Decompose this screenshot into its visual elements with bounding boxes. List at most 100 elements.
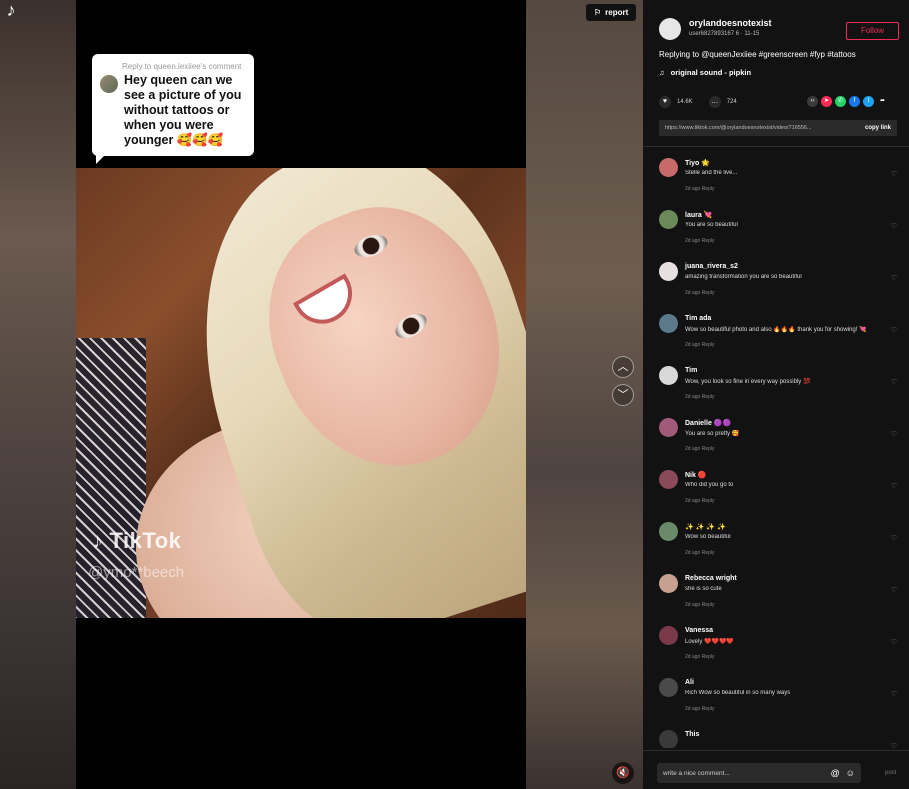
engagement-stats: ♥ 14.6K … 724 [659, 96, 737, 108]
comment-author[interactable]: Tim [685, 367, 697, 374]
flag-icon: ⚐ [594, 8, 602, 17]
comment-like-icon[interactable]: ♡ [891, 326, 897, 334]
tiktok-logo-icon[interactable]: ♪ [0, 0, 22, 22]
comment-avatar[interactable] [659, 574, 678, 593]
comment-author[interactable]: Tiyo 🌟 [685, 159, 710, 167]
video-stage: ♪ ♪ TikTok @ymo**beech Reply to queen.le… [0, 0, 643, 789]
comment-text: You are so beautiful [685, 222, 738, 228]
video-link-field: https://www.tiktok.com/@orylandoesnotexi… [659, 120, 897, 136]
comment-like-icon[interactable]: ♡ [891, 274, 897, 282]
follow-button[interactable]: Follow [846, 22, 899, 40]
comment-meta[interactable]: 2d ago Reply [685, 706, 714, 712]
comment-author[interactable]: Tim ada [685, 315, 711, 322]
share-arrow-icon[interactable]: ➦ [877, 96, 888, 107]
comment-author[interactable]: This [685, 731, 699, 738]
comment-text: Wow, you look so fine in every way possi… [685, 379, 811, 385]
sound-name[interactable]: original sound - pipkin [671, 68, 751, 77]
heart-icon[interactable]: ♥ [659, 96, 671, 108]
comment-list[interactable]: Tiyo 🌟 Stelle and the live... 2d ago Reply… [659, 156, 901, 748]
comment-author[interactable]: Rebecca wright [685, 575, 737, 582]
reply-bubble-text: Hey queen can we see a picture of you wi… [124, 73, 242, 147]
comment-avatar[interactable] [659, 262, 678, 281]
whatsapp-icon[interactable]: ✆ [835, 96, 846, 107]
comment-text: she is so cute [685, 586, 722, 592]
video-player[interactable]: ♪ TikTok @ymo**beech Reply to queen.lexi… [76, 0, 526, 789]
author-name[interactable]: orylandoesnotexist [689, 18, 772, 28]
comment-item: Tim ada Wow so beautiful photo and also 🔥… [659, 312, 901, 364]
comment-meta[interactable]: 2d ago Reply [685, 550, 714, 556]
comment-composer: write a nice comment... @ ☺ post [643, 750, 909, 789]
comment-like-icon[interactable]: ♡ [891, 222, 897, 230]
comment-avatar[interactable] [659, 158, 678, 177]
reply-comment-bubble: Reply to queen.lexiiee's comment Hey que… [92, 54, 254, 164]
comment-text: Rich Wow so beautiful in so many ways [685, 690, 791, 696]
reply-to-label: Reply to queen.lexiiee's comment [122, 62, 242, 71]
comment-text: Wow so beautiful photo and also 🔥🔥🔥 than… [685, 327, 867, 333]
comment-meta[interactable]: 2d ago Reply [685, 290, 714, 296]
comment-avatar[interactable] [659, 210, 678, 229]
tiktok-watermark: ♪ TikTok [92, 528, 181, 554]
comment-like-icon[interactable]: ♡ [891, 586, 897, 594]
comment-like-icon[interactable]: ♡ [891, 638, 897, 646]
comment-author[interactable]: Ali [685, 679, 694, 686]
comment-like-icon[interactable]: ♡ [891, 482, 897, 490]
comment-meta[interactable]: 2d ago Reply [685, 238, 714, 244]
comment-like-icon[interactable]: ♡ [891, 378, 897, 386]
comment-author[interactable]: juana_rivera_s2 [685, 263, 738, 270]
divider [643, 146, 909, 147]
comment-meta[interactable]: 2d ago Reply [685, 498, 714, 504]
comment-meta[interactable]: 2d ago Reply [685, 602, 714, 608]
comment-avatar[interactable] [659, 314, 678, 333]
comment-text: Who did you go to [685, 482, 734, 488]
comment-meta[interactable]: 2d ago Reply [685, 654, 714, 660]
mention-icon[interactable]: @ [831, 768, 840, 778]
post-button[interactable]: post [885, 770, 896, 776]
comment-author[interactable]: ✨ ✨ ✨ ✨ [685, 523, 726, 531]
comment-meta[interactable]: 2d ago Reply [685, 186, 714, 192]
comment-avatar[interactable] [659, 418, 678, 437]
comment-avatar[interactable] [659, 522, 678, 541]
comment-like-icon[interactable]: ♡ [891, 170, 897, 178]
comment-like-icon[interactable]: ♡ [891, 742, 897, 748]
share-icons: ‹› ➤ ✆ f t ➦ [807, 96, 888, 107]
embed-icon[interactable]: ‹› [807, 96, 818, 107]
comment-item: Rebecca wright she is so cute 2d ago Reply… [659, 572, 901, 624]
twitter-icon[interactable]: t [863, 96, 874, 107]
send-to-friends-icon[interactable]: ➤ [821, 96, 832, 107]
comment-text: You are so pretty 🥰 [685, 431, 740, 437]
sound-link[interactable]: ♫ original sound - pipkin [659, 68, 751, 77]
author-header[interactable]: orylandoesnotexist user6827893167 6 · 11… [659, 18, 772, 40]
comment-avatar[interactable] [659, 366, 678, 385]
comment-avatar[interactable] [659, 470, 678, 489]
mute-button[interactable]: 🔇 [612, 762, 634, 784]
comment-meta[interactable]: 2d ago Reply [685, 394, 714, 400]
comment-author[interactable]: Danielle 🟣🟣 [685, 419, 731, 427]
emoji-icon[interactable]: ☺ [846, 768, 855, 778]
facebook-icon[interactable]: f [849, 96, 860, 107]
comment-text: Stelle and the live... [685, 170, 738, 176]
comment-avatar[interactable] [659, 626, 678, 645]
report-button[interactable]: ⚐ report [586, 4, 637, 21]
like-count: 14.6K [677, 99, 693, 105]
comment-avatar[interactable] [659, 678, 678, 697]
comment-text: amazing transformation you are so beauti… [685, 274, 802, 280]
previous-video-button[interactable]: ︿ [612, 356, 634, 378]
comment-author[interactable]: Vanessa [685, 627, 713, 634]
comment-avatar[interactable] [659, 730, 678, 748]
copy-link-button[interactable]: copy link [865, 125, 891, 131]
comment-like-icon[interactable]: ♡ [891, 430, 897, 438]
comment-author[interactable]: laura 💘 [685, 211, 712, 219]
comment-like-icon[interactable]: ♡ [891, 534, 897, 542]
comment-meta[interactable]: 2d ago Reply [685, 342, 714, 348]
comment-meta[interactable]: 2d ago Reply [685, 446, 714, 452]
comment-input[interactable]: write a nice comment... @ ☺ [657, 763, 861, 783]
music-note-icon: ♫ [659, 68, 665, 77]
comment-like-icon[interactable]: ♡ [891, 690, 897, 698]
comment-input-placeholder: write a nice comment... [663, 769, 730, 777]
next-video-button[interactable]: ﹀ [612, 384, 634, 406]
comment-author[interactable]: Nik 🔴 [685, 471, 707, 479]
comment-count: 724 [726, 99, 737, 105]
comment-icon[interactable]: … [708, 96, 721, 108]
author-avatar[interactable] [659, 18, 681, 40]
comment-item: Vanessa Lovely ❤️❤️❤️❤️ 2d ago Reply ♡ [659, 624, 901, 676]
